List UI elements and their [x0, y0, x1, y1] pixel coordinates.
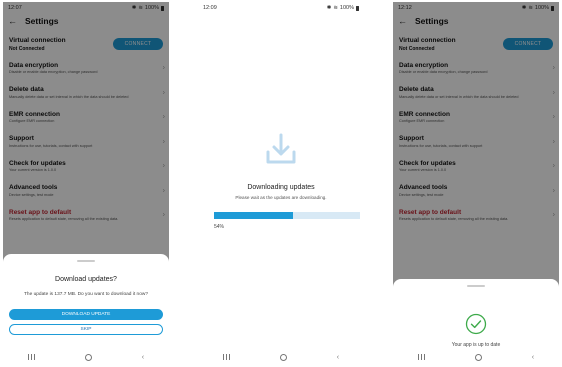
sheet-handle[interactable] [467, 285, 485, 287]
status-bar: 12:09 ✱ ≋ 100% [198, 2, 364, 14]
status-indicators: ✱ ≋ 100% [327, 5, 359, 11]
recent-apps-icon[interactable] [27, 354, 35, 360]
dialog-title: Download updates? [55, 276, 117, 283]
downloading-title: Downloading updates [247, 184, 315, 191]
download-progress-fill [214, 212, 293, 219]
home-icon[interactable] [474, 353, 482, 361]
system-nav-bar: ‹ [393, 349, 559, 365]
system-nav-bar: ‹ [3, 349, 169, 365]
battery-level: 100% [339, 5, 354, 11]
home-icon[interactable] [84, 353, 92, 361]
bluetooth-icon: ✱ [326, 5, 332, 11]
status-time: 12:09 [203, 5, 217, 11]
home-icon[interactable] [279, 353, 287, 361]
download-progress-bar [214, 212, 360, 219]
recent-apps-icon[interactable] [417, 354, 425, 360]
back-nav-icon[interactable]: ‹ [337, 354, 339, 361]
system-nav-bar: ‹ [198, 349, 364, 365]
download-update-button[interactable]: DOWNLOAD UPDATE [9, 309, 163, 320]
phone-screen-download-prompt: 12:07 ✱ ≋ 100% ← Settings Virtual connec… [3, 2, 169, 365]
sheet-handle[interactable] [77, 260, 95, 262]
dialog-text: The update is 137.7 MB. Do you want to d… [24, 292, 148, 297]
back-nav-icon[interactable]: ‹ [142, 354, 144, 361]
up-to-date-text: Your app is up to date [451, 342, 501, 348]
check-circle-icon [465, 313, 487, 335]
download-icon [266, 133, 296, 164]
downloading-subtitle: Please wait as the updates are downloadi… [235, 195, 327, 200]
back-nav-icon[interactable]: ‹ [532, 354, 534, 361]
wifi-icon: ≋ [333, 5, 338, 11]
phone-screen-up-to-date: 12:12 ✱ ≋ 100% ← Settings Virtual connec… [393, 2, 559, 365]
phone-screen-downloading: 12:09 ✱ ≋ 100% Downloading updates Pleas… [198, 2, 364, 365]
download-progress-label: 54% [214, 224, 225, 230]
skip-button[interactable]: SKIP [9, 324, 163, 335]
recent-apps-icon[interactable] [222, 354, 230, 360]
battery-icon [356, 5, 359, 11]
